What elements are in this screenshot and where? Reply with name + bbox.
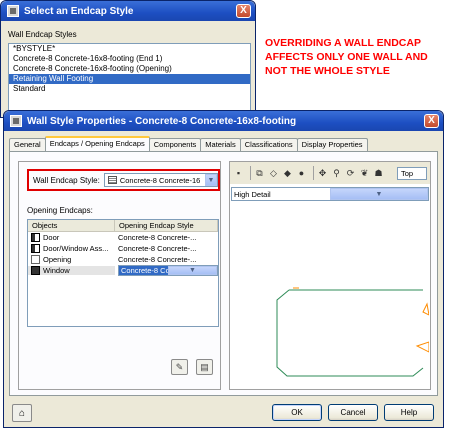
endcap-dialog-titlebar[interactable]: Select an Endcap Style X (1, 1, 255, 21)
tab-materials[interactable]: Materials (200, 138, 241, 151)
table-row[interactable]: Door Concrete-8 Concrete-... (28, 232, 218, 243)
tab-display-properties[interactable]: Display Properties (296, 138, 368, 151)
select-endcap-style-dialog: Select an Endcap Style X Wall Endcap Sty… (0, 0, 256, 118)
tab-strip: General Endcaps / Opening Endcaps Compon… (9, 136, 368, 152)
endcap-marker (415, 341, 429, 353)
leaf-icon[interactable]: ❦ (359, 168, 370, 179)
cube-shaded-icon[interactable]: ◆ (282, 168, 293, 179)
pencil-icon: ✎ (175, 361, 184, 372)
object-name: Opening (43, 255, 72, 264)
window-icon (31, 266, 40, 275)
door-icon (31, 233, 40, 242)
table-header: Objects Opening Endcap Style (28, 220, 218, 232)
opening-endcaps-table: Objects Opening Endcap Style Door Concre… (27, 219, 219, 327)
chevron-down-icon[interactable]: ▼ (330, 188, 428, 200)
endcap-dialog-title: Select an Endcap Style (24, 5, 134, 17)
list-item[interactable]: Standard (9, 84, 250, 94)
detail-level-value: High Detail (234, 189, 271, 199)
wall-style-properties-dialog: Wall Style Properties - Concrete-8 Concr… (3, 110, 444, 428)
endcaps-panel: Wall Endcap Style: Concrete-8 Concrete-1… (18, 161, 221, 390)
tab-classifications[interactable]: Classifications (239, 138, 298, 151)
object-name: Door/Window Ass... (43, 244, 109, 253)
endcap-style-value: Concrete-8 Concrete (121, 266, 168, 275)
endcap-styles-list[interactable]: *BYSTYLE* Concrete-8 Concrete-16x8-footi… (8, 43, 251, 113)
tab-general[interactable]: General (9, 138, 46, 151)
wall-preview-canvas[interactable] (231, 204, 429, 388)
zoom-icon[interactable]: ⚲ (331, 168, 342, 179)
endcap-marker (422, 302, 429, 316)
wall-endcap-dropdown[interactable]: Concrete-8 Concrete-16 ▼ (103, 173, 218, 187)
wall-outline (276, 289, 424, 377)
save-icon[interactable]: ▪ (233, 168, 244, 179)
object-name: Door (43, 233, 60, 242)
tab-content: Wall Endcap Style: Concrete-8 Concrete-1… (9, 151, 438, 396)
separator (250, 166, 251, 180)
door-window-assembly-icon (31, 244, 40, 253)
style-manager-footer-button[interactable]: ⌂ (12, 404, 32, 422)
table-row[interactable]: Opening Concrete-8 Concrete-... (28, 254, 218, 265)
building-icon: ⌂ (18, 407, 26, 419)
endcap-style-cell[interactable]: Concrete-8 Concrete-... (115, 233, 218, 242)
object-name: Window (43, 266, 70, 275)
props-dialog-title: Wall Style Properties - Concrete-8 Concr… (27, 115, 297, 127)
list-item[interactable]: Concrete-8 Concrete-16x8-footing (End 1) (9, 54, 250, 64)
endcap-style-cell[interactable]: Concrete-8 Concrete-... (115, 255, 218, 264)
list-item[interactable]: Concrete-8 Concrete-16x8-footing (Openin… (9, 64, 250, 74)
chevron-down-icon[interactable]: ▼ (168, 266, 217, 275)
wall-endcap-highlight: Wall Endcap Style: Concrete-8 Concrete-1… (27, 169, 220, 191)
close-icon[interactable]: X (424, 114, 439, 128)
app-icon (7, 5, 19, 17)
app-icon (10, 115, 22, 127)
wall-endcap-label: Wall Endcap Style: (33, 175, 100, 185)
list-item-selected[interactable]: Retaining Wall Footing (9, 74, 250, 84)
column-header-opening-endcap-style[interactable]: Opening Endcap Style (115, 220, 218, 231)
copy-view-icon[interactable]: ⧉ (254, 168, 265, 179)
edit-style-button[interactable]: ✎ (171, 359, 188, 375)
endcap-style-cell[interactable]: Concrete-8 Concrete-... (115, 244, 218, 253)
style-manager-icon: ▤ (200, 361, 209, 372)
table-row-selected[interactable]: Window Concrete-8 Concrete ▼ (28, 265, 218, 276)
cancel-button[interactable]: Cancel (328, 404, 378, 421)
annotation-text: OVERRIDING A WALL ENDCAP AFFECTS ONLY ON… (265, 37, 428, 77)
wall-endcap-styles-label: Wall Endcap Styles (8, 30, 77, 39)
opening-icon (31, 255, 40, 264)
view-direction-dropdown[interactable]: Top (397, 166, 427, 180)
wall-icon (107, 176, 117, 184)
tab-components[interactable]: Components (148, 138, 202, 151)
table-row[interactable]: Door/Window Ass... Concrete-8 Concrete-.… (28, 243, 218, 254)
ok-button[interactable]: OK (272, 404, 322, 421)
detail-level-dropdown[interactable]: High Detail ▼ (231, 187, 429, 201)
separator (313, 166, 314, 180)
pan-icon[interactable]: ✥ (317, 168, 328, 179)
preview-panel: ▪ ⧉ ◇ ◆ ● ✥ ⚲ ⟳ ❦ ☗ Top High Detail ▼ (229, 161, 431, 390)
props-dialog-titlebar[interactable]: Wall Style Properties - Concrete-8 Concr… (4, 111, 443, 131)
orbit-icon[interactable]: ⟳ (345, 168, 356, 179)
tab-endcaps[interactable]: Endcaps / Opening Endcaps (44, 136, 150, 151)
sphere-icon[interactable]: ● (296, 168, 307, 179)
person-icon[interactable]: ☗ (373, 168, 384, 179)
help-button[interactable]: Help (384, 404, 434, 421)
cube-outline-icon[interactable]: ◇ (268, 168, 279, 179)
endcap-style-dropdown[interactable]: Concrete-8 Concrete ▼ (118, 265, 218, 276)
chevron-down-icon[interactable]: ▼ (205, 174, 217, 186)
viewer-toolbar: ▪ ⧉ ◇ ◆ ● ✥ ⚲ ⟳ ❦ ☗ Top (230, 162, 430, 184)
style-manager-button[interactable]: ▤ (196, 359, 213, 375)
list-item[interactable]: *BYSTYLE* (9, 44, 250, 54)
opening-endcaps-label: Opening Endcaps: (27, 206, 93, 215)
column-header-objects[interactable]: Objects (28, 220, 115, 231)
wall-endcap-value: Concrete-8 Concrete-16 (119, 175, 201, 185)
close-icon[interactable]: X (236, 4, 251, 18)
